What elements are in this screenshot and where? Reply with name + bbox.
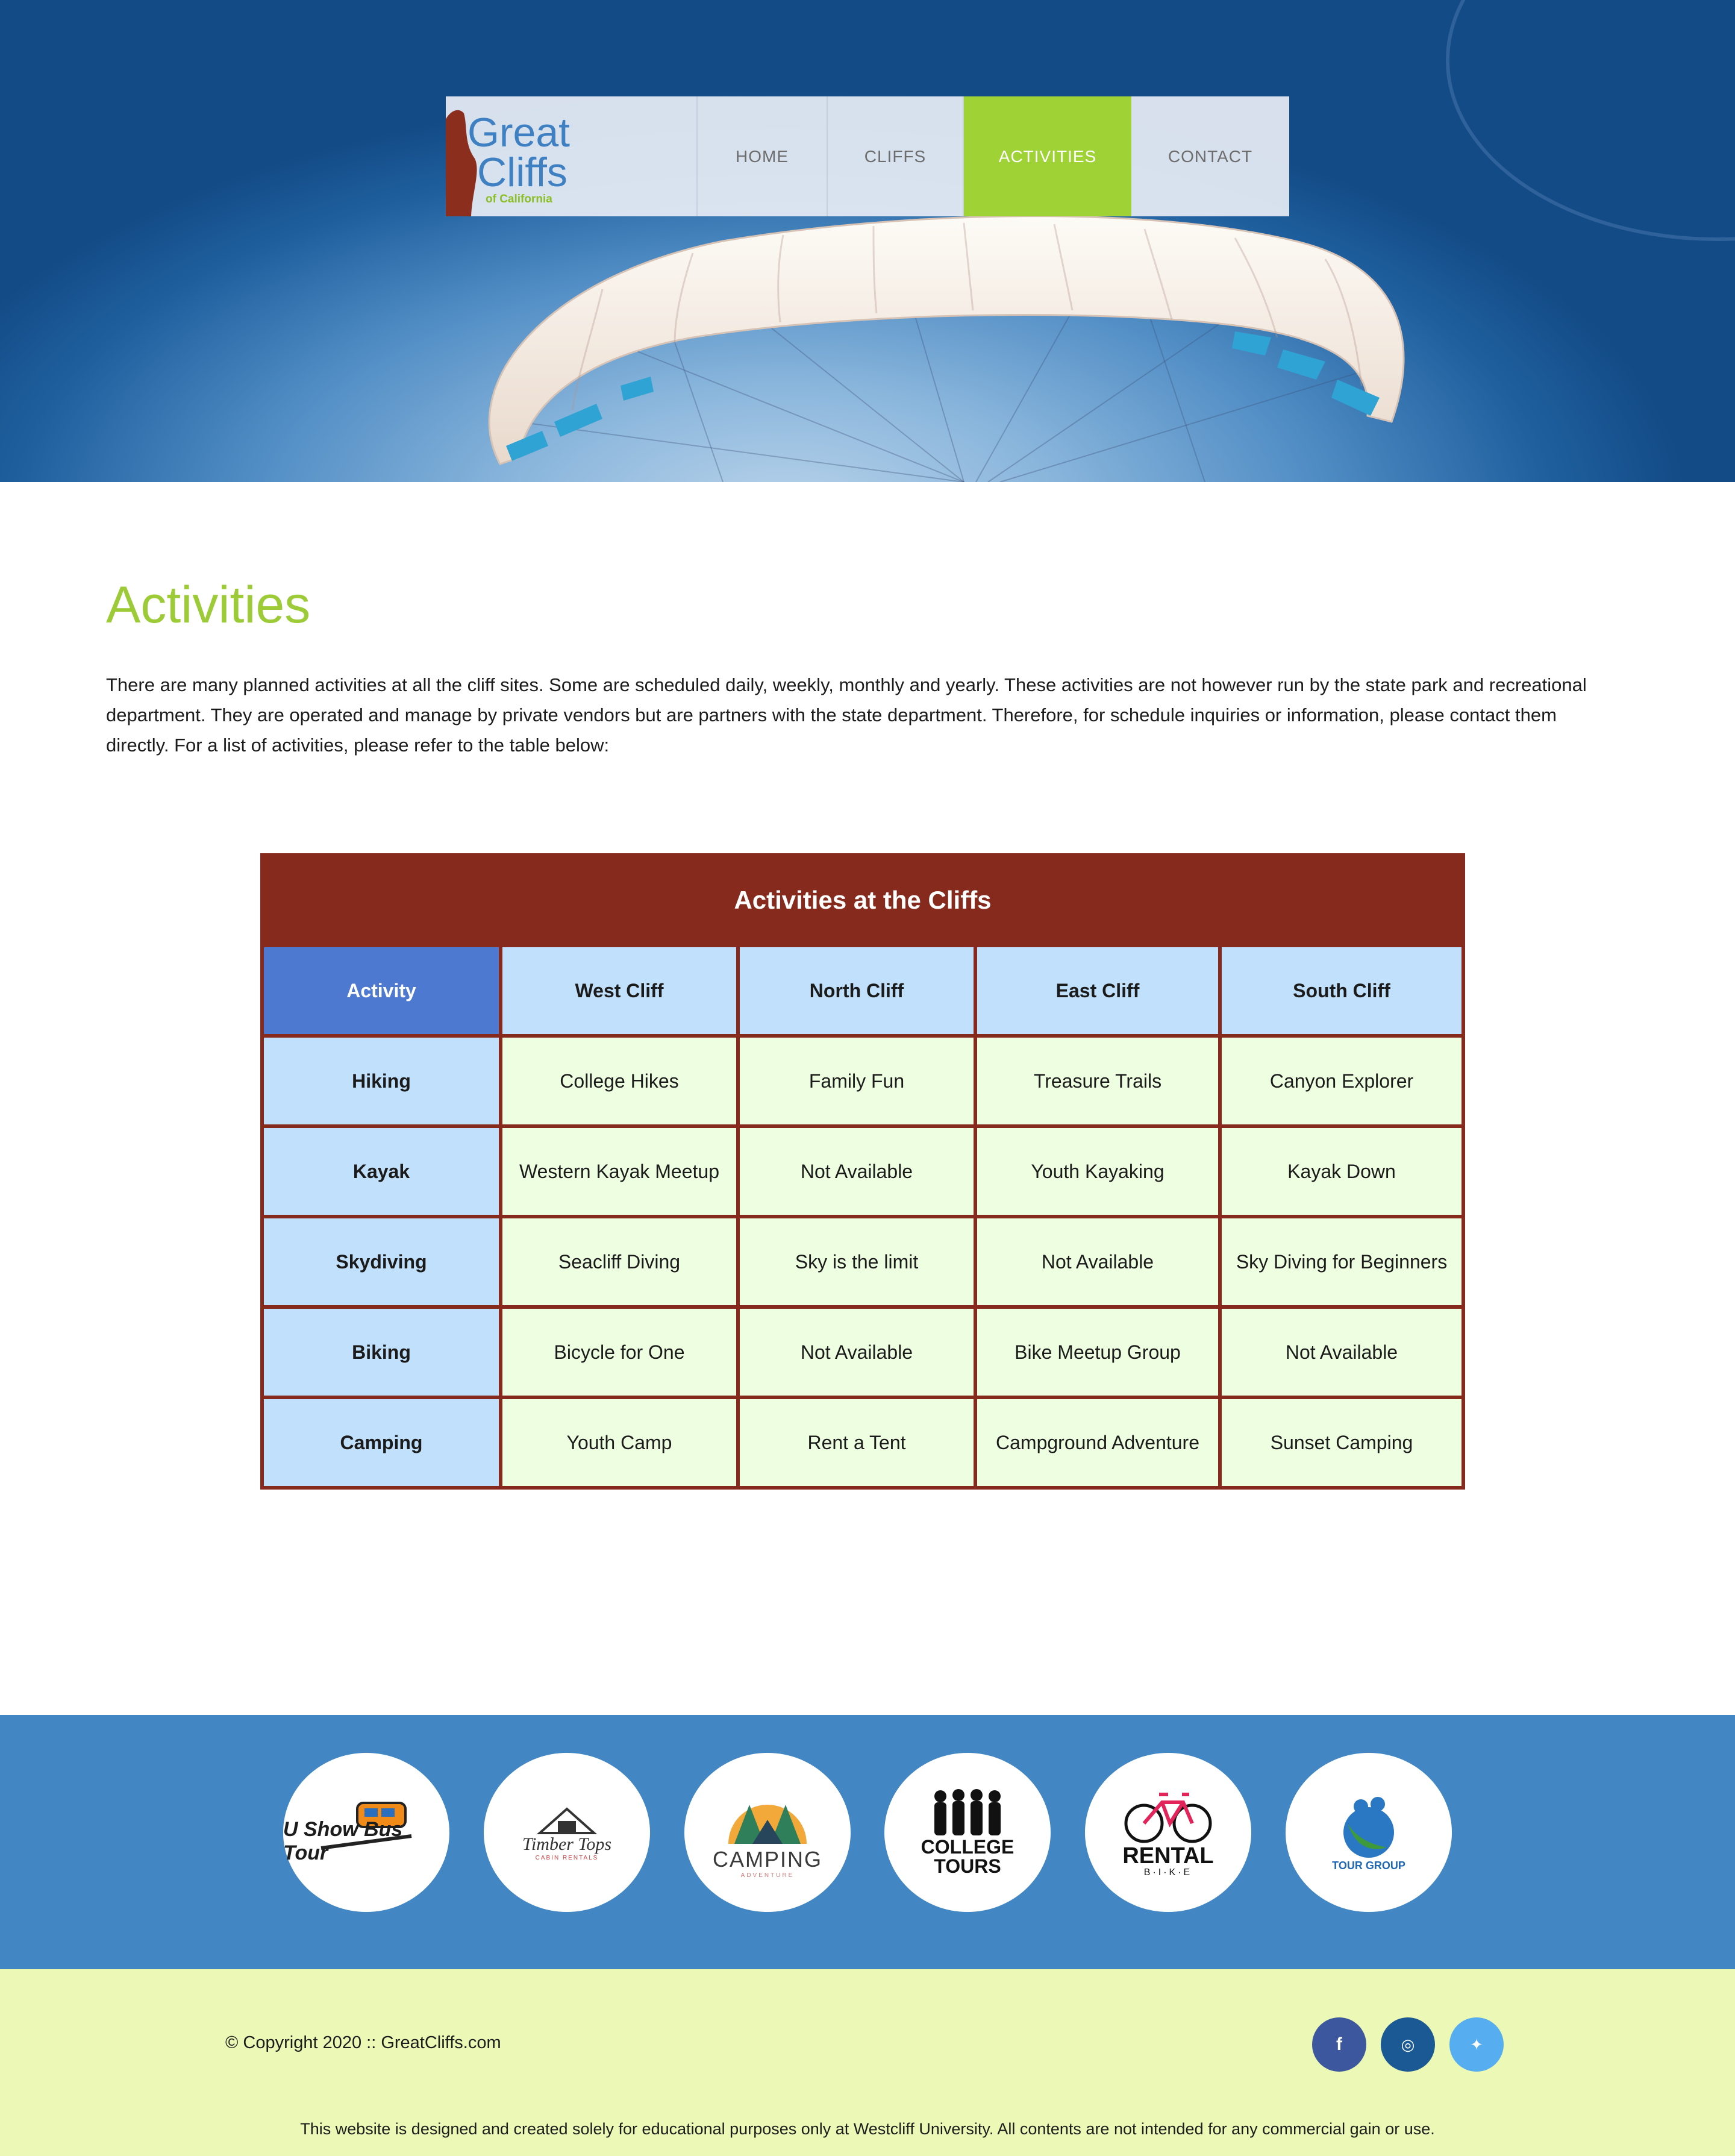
header-west-cliff: West Cliff	[499, 944, 740, 1038]
table-cell: Youth Camp	[499, 1396, 740, 1490]
twitter-icon[interactable]: ✦	[1449, 2017, 1504, 2072]
page-title: Activities	[106, 576, 311, 634]
nav-contact[interactable]: CONTACT	[1131, 96, 1289, 216]
activities-table: Activities at the Cliffs Activity West C…	[260, 853, 1465, 1490]
rental-bike-text: RENTAL	[1122, 1843, 1214, 1869]
nav-cliffs[interactable]: CLIFFS	[828, 96, 964, 216]
bus-tour-text: U Show Bus Tour	[283, 1818, 403, 1864]
intro-paragraph: There are many planned activities at all…	[106, 674, 1587, 756]
table-cell: Rent a Tent	[736, 1396, 977, 1490]
hero-banner: Great Cliffs of California HOME CLIFFS A…	[0, 0, 1735, 482]
site-logo[interactable]: Great Cliffs of California	[446, 96, 698, 216]
timber-tops-logo[interactable]: Timber Tops CABIN RENTALS	[484, 1753, 650, 1912]
facebook-icon[interactable]: f	[1312, 2017, 1366, 2072]
camping-text: CAMPING	[712, 1846, 822, 1872]
logo-line-3: of California	[486, 193, 552, 205]
college-tours-text: COLLEGE	[921, 1836, 1014, 1858]
table-cell: Sunset Camping	[1218, 1396, 1465, 1490]
header-activity: Activity	[260, 944, 502, 1038]
camping-sub: ADVENTURE	[740, 1872, 795, 1879]
tour-group-text: TOUR GROUP	[1332, 1859, 1405, 1872]
table-row: Kayak Western Kayak Meetup Not Available…	[260, 1124, 1465, 1218]
table-cell: Sky is the limit	[736, 1215, 977, 1309]
row-label: Camping	[260, 1396, 502, 1490]
cabin-icon	[536, 1807, 598, 1834]
header-east-cliff: East Cliff	[974, 944, 1222, 1038]
instagram-icon[interactable]: ◎	[1381, 2017, 1435, 2072]
table-row: Skydiving Seacliff Diving Sky is the lim…	[260, 1215, 1465, 1309]
timber-tops-sub: CABIN RENTALS	[535, 1854, 599, 1861]
top-navigation: Great Cliffs of California HOME CLIFFS A…	[446, 96, 1289, 216]
rental-bike-logo[interactable]: RENTAL B·I·K·E	[1085, 1753, 1251, 1912]
partner-logos-section: U Show Bus Tour Timber Tops CABIN RENTAL…	[0, 1715, 1735, 1969]
copyright-text: © Copyright 2020 :: GreatCliffs.com	[225, 2033, 501, 2052]
disclaimer-text: This website is designed and created sol…	[300, 2120, 1435, 2138]
table-cell: Seacliff Diving	[499, 1215, 740, 1309]
students-icon	[934, 1789, 1001, 1835]
tour-group-logo[interactable]: TOUR GROUP	[1286, 1753, 1452, 1912]
row-label: Hiking	[260, 1034, 502, 1128]
table-cell: Sky Diving for Beginners	[1218, 1215, 1465, 1309]
tent-trees-icon	[728, 1804, 807, 1844]
table-cell: Youth Kayaking	[974, 1124, 1222, 1218]
nav-home[interactable]: HOME	[698, 96, 828, 216]
college-tours-logo[interactable]: COLLEGE TOURS	[884, 1753, 1051, 1912]
table-cell: Canyon Explorer	[1218, 1034, 1465, 1128]
paraglider-image	[488, 215, 1405, 482]
table-cell: Not Available	[736, 1124, 977, 1218]
college-tours-sub: TOURS	[934, 1855, 1001, 1877]
logo-line-1: Great	[467, 110, 571, 155]
logo-line-2: Cliffs	[477, 149, 567, 195]
header-north-cliff: North Cliff	[736, 944, 977, 1038]
table-cell: Campground Adventure	[974, 1396, 1222, 1490]
table-cell: Family Fun	[736, 1034, 977, 1128]
table-cell: College Hikes	[499, 1034, 740, 1128]
table-cell: Not Available	[736, 1305, 977, 1399]
row-label: Biking	[260, 1305, 502, 1399]
table-cell: Western Kayak Meetup	[499, 1124, 740, 1218]
globe-people-icon	[1343, 1796, 1394, 1858]
table-row: Biking Bicycle for One Not Available Bik…	[260, 1305, 1465, 1399]
header-south-cliff: South Cliff	[1218, 944, 1465, 1038]
table-row: Camping Youth Camp Rent a Tent Campgroun…	[260, 1396, 1465, 1490]
bus-tour-logo[interactable]: U Show Bus Tour	[283, 1753, 449, 1912]
table-cell: Bicycle for One	[499, 1305, 740, 1399]
table-cell: Kayak Down	[1218, 1124, 1465, 1218]
table-header-row: Activity West Cliff North Cliff East Cli…	[260, 944, 1465, 1038]
timber-tops-text: Timber Tops	[522, 1834, 612, 1854]
table-cell: Not Available	[1218, 1305, 1465, 1399]
bicycle-icon	[1124, 1792, 1212, 1843]
row-label: Skydiving	[260, 1215, 502, 1309]
table-cell: Bike Meetup Group	[974, 1305, 1222, 1399]
camping-logo[interactable]: CAMPING ADVENTURE	[684, 1753, 851, 1912]
table-caption: Activities at the Cliffs	[260, 853, 1465, 947]
row-label: Kayak	[260, 1124, 502, 1218]
footer: © Copyright 2020 :: GreatCliffs.com f ◎ …	[0, 1969, 1735, 2156]
table-row: Hiking College Hikes Family Fun Treasure…	[260, 1034, 1465, 1128]
rental-bike-sub: B·I·K·E	[1143, 1867, 1193, 1878]
table-cell: Not Available	[974, 1215, 1222, 1309]
table-cell: Treasure Trails	[974, 1034, 1222, 1128]
nav-activities[interactable]: ACTIVITIES	[964, 96, 1131, 216]
